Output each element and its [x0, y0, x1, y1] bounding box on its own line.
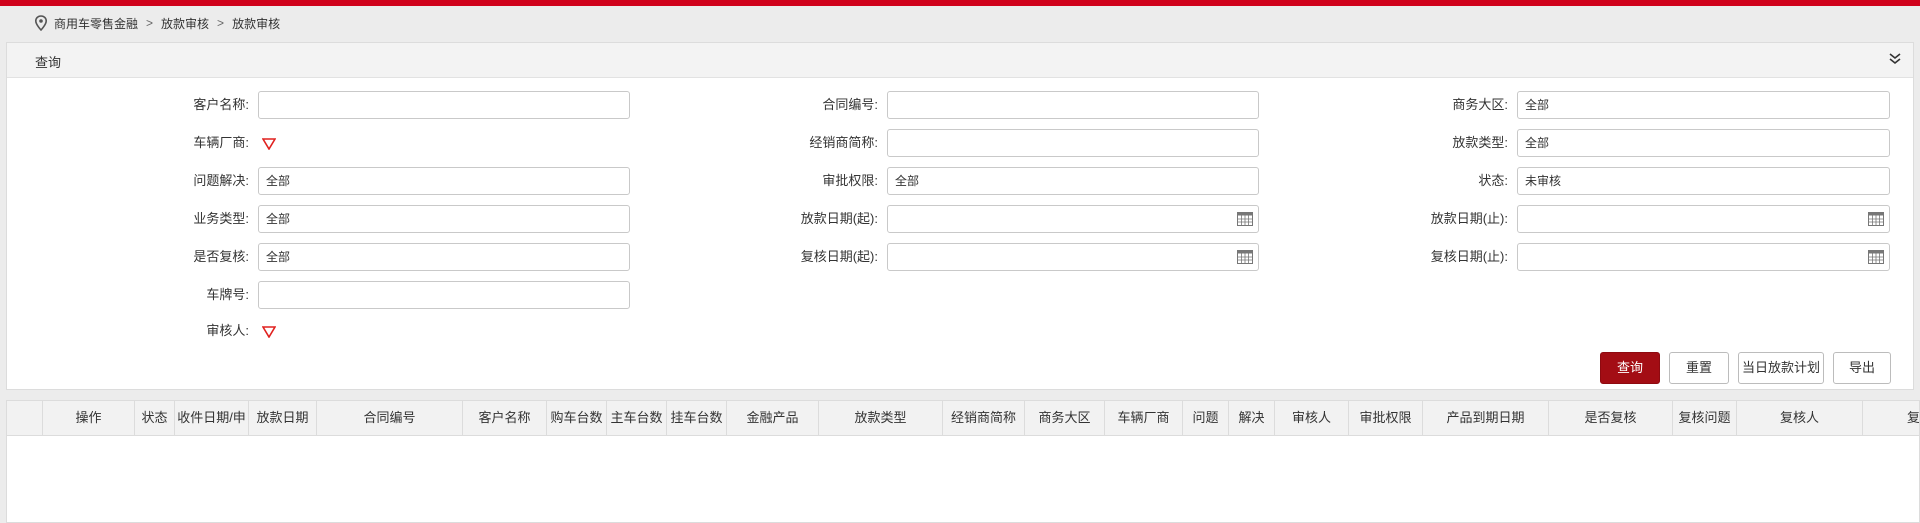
status-select[interactable]: 未审核 [1517, 167, 1890, 195]
dealer-short-label: 经销商简称: [809, 135, 878, 150]
column-header-purchase-count[interactable]: 购车台数 [547, 401, 607, 435]
loan-date-from-input[interactable] [887, 205, 1259, 233]
column-header-truncated[interactable]: 复 [1863, 401, 1919, 435]
reset-button[interactable]: 重置 [1669, 352, 1729, 384]
business-region-select[interactable]: 全部 [1517, 91, 1890, 119]
column-header-auditor[interactable]: 审核人 [1275, 401, 1349, 435]
column-header-vehicle-maker[interactable]: 车辆厂商 [1105, 401, 1183, 435]
column-header-contract-no[interactable]: 合同编号 [317, 401, 463, 435]
table-header-select [7, 401, 43, 435]
business-type-select[interactable]: 全部 [258, 205, 630, 233]
loan-type-select[interactable]: 全部 [1517, 129, 1890, 157]
recheck-date-from-label: 复核日期(起): [800, 249, 878, 264]
breadcrumb-separator: > [146, 16, 154, 30]
calendar-icon[interactable] [1237, 212, 1253, 226]
collapse-chevron-icon[interactable] [1887, 51, 1903, 67]
vehicle-maker-label: 车辆厂商: [193, 135, 249, 150]
plate-no-input[interactable] [258, 281, 630, 309]
column-header-trailer-count[interactable]: 挂车台数 [667, 401, 727, 435]
contract-no-input[interactable] [887, 91, 1259, 119]
top-accent-bar [0, 0, 1920, 6]
breadcrumb: 商用车零售金融 > 放款审核 > 放款审核 [34, 14, 280, 32]
column-header-rechecker[interactable]: 复核人 [1737, 401, 1863, 435]
column-header-finance-product[interactable]: 金融产品 [727, 401, 819, 435]
query-panel-title: 查询 [35, 55, 62, 70]
is-recheck-label: 是否复核: [193, 249, 249, 264]
customer-name-input[interactable] [258, 91, 630, 119]
export-button[interactable]: 导出 [1833, 352, 1891, 384]
column-header-customer-name[interactable]: 客户名称 [463, 401, 547, 435]
breadcrumb-separator: > [217, 16, 225, 30]
status-label: 状态: [1478, 173, 1508, 188]
auditor-label: 审核人: [206, 323, 249, 338]
results-table-header: 操作 状态 收件日期/申 放款日期 合同编号 客户名称 购车台数 主车台数 挂车… [7, 401, 1919, 436]
calendar-icon[interactable] [1237, 250, 1253, 264]
query-button[interactable]: 查询 [1600, 352, 1660, 384]
business-region-label: 商务大区: [1452, 97, 1508, 112]
column-header-product-expiry[interactable]: 产品到期日期 [1423, 401, 1549, 435]
business-type-label: 业务类型: [193, 211, 249, 226]
dealer-short-input[interactable] [887, 129, 1259, 157]
plate-no-label: 车牌号: [206, 287, 249, 302]
vehicle-maker-dropdown-triangle-icon[interactable] [262, 138, 276, 150]
recheck-date-to-input[interactable] [1517, 243, 1890, 271]
customer-name-label: 客户名称: [193, 97, 249, 112]
column-header-status[interactable]: 状态 [135, 401, 175, 435]
column-header-issue[interactable]: 问题 [1183, 401, 1229, 435]
column-header-operation[interactable]: 操作 [43, 401, 135, 435]
query-panel-header: 查询 [7, 43, 1913, 78]
recheck-date-from-input[interactable] [887, 243, 1259, 271]
breadcrumb-item-loan-review[interactable]: 放款审核 [161, 15, 209, 32]
column-header-is-recheck[interactable]: 是否复核 [1549, 401, 1673, 435]
column-header-approval-authority[interactable]: 审批权限 [1349, 401, 1423, 435]
location-pin-icon [34, 15, 48, 31]
calendar-icon[interactable] [1868, 212, 1884, 226]
loan-date-to-input[interactable] [1517, 205, 1890, 233]
loan-date-to-label: 放款日期(止): [1430, 211, 1508, 226]
loan-type-label: 放款类型: [1452, 135, 1508, 150]
column-header-business-region[interactable]: 商务大区 [1025, 401, 1105, 435]
results-table: 操作 状态 收件日期/申 放款日期 合同编号 客户名称 购车台数 主车台数 挂车… [6, 400, 1920, 523]
column-header-resolved[interactable]: 解决 [1229, 401, 1275, 435]
column-header-dealer-short[interactable]: 经销商简称 [943, 401, 1025, 435]
column-header-loan-date[interactable]: 放款日期 [249, 401, 317, 435]
issue-resolved-label: 问题解决: [193, 173, 249, 188]
breadcrumb-item-current: 放款审核 [232, 16, 281, 31]
approval-authority-select[interactable]: 全部 [887, 167, 1259, 195]
column-header-loan-type[interactable]: 放款类型 [819, 401, 943, 435]
column-header-main-vehicle-count[interactable]: 主车台数 [607, 401, 667, 435]
issue-resolved-select[interactable]: 全部 [258, 167, 630, 195]
column-header-recheck-issue[interactable]: 复核问题 [1673, 401, 1737, 435]
is-recheck-select[interactable]: 全部 [258, 243, 630, 271]
auditor-dropdown-triangle-icon[interactable] [262, 326, 276, 338]
column-header-receive-date[interactable]: 收件日期/申 [175, 401, 249, 435]
approval-authority-label: 审批权限: [822, 173, 878, 188]
calendar-icon[interactable] [1868, 250, 1884, 264]
recheck-date-to-label: 复核日期(止): [1430, 249, 1508, 264]
today-loan-plan-button[interactable]: 当日放款计划 [1738, 352, 1824, 384]
breadcrumb-item-retail-finance[interactable]: 商用车零售金融 [54, 15, 138, 32]
contract-no-label: 合同编号: [822, 97, 878, 112]
loan-date-from-label: 放款日期(起): [800, 211, 878, 226]
